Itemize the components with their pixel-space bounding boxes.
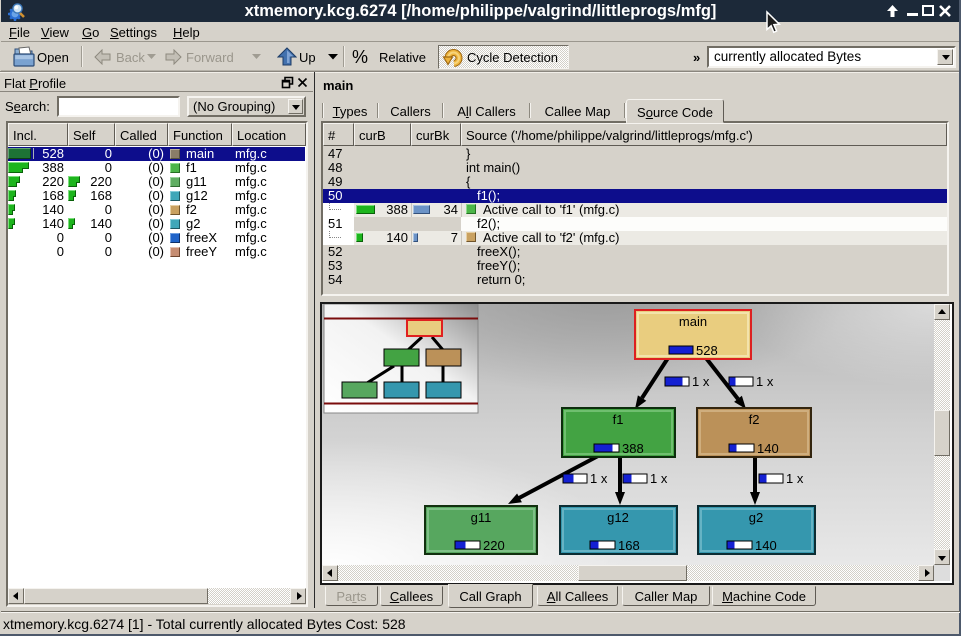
svg-text:g12: g12 bbox=[607, 510, 629, 525]
svg-text:1 x: 1 x bbox=[786, 471, 804, 486]
svg-text:168: 168 bbox=[618, 538, 640, 553]
svg-text:main: main bbox=[679, 314, 707, 329]
svg-text:1 x: 1 x bbox=[692, 374, 710, 389]
svg-text:g2: g2 bbox=[749, 510, 763, 525]
svg-text:1 x: 1 x bbox=[650, 471, 668, 486]
svg-text:1 x: 1 x bbox=[590, 471, 608, 486]
svg-text:528: 528 bbox=[696, 343, 718, 358]
svg-text:220: 220 bbox=[483, 538, 505, 553]
svg-text:1 x: 1 x bbox=[756, 374, 774, 389]
svg-text:g11: g11 bbox=[471, 510, 492, 525]
svg-text:388: 388 bbox=[622, 441, 644, 456]
svg-text:140: 140 bbox=[755, 538, 777, 553]
svg-text:f2: f2 bbox=[749, 412, 760, 427]
svg-text:140: 140 bbox=[757, 441, 779, 456]
svg-text:f1: f1 bbox=[613, 412, 624, 427]
